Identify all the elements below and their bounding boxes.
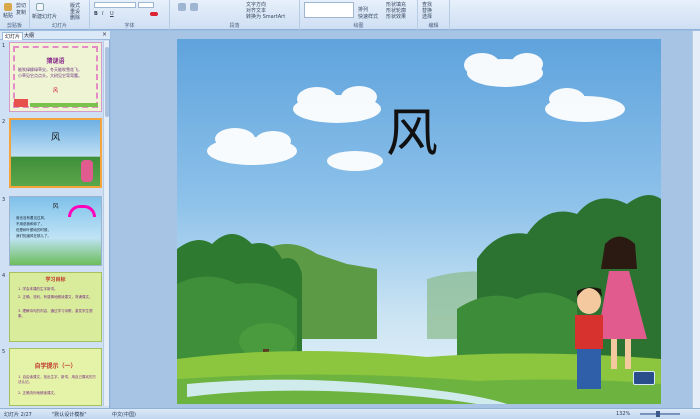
- clipboard-group: 粘贴 剪切 复制 剪贴板: [0, 0, 30, 30]
- new-slide-icon[interactable]: [36, 3, 44, 11]
- status-bar: 幻灯片 2/27 "默认设计模板" 中文(中国) 132%: [0, 408, 700, 419]
- font-size-box[interactable]: [138, 2, 154, 8]
- italic-button[interactable]: I: [102, 11, 103, 17]
- thumb-title: 风: [50, 133, 60, 143]
- thumb-number: 3: [2, 197, 6, 203]
- bold-button[interactable]: B: [94, 11, 98, 17]
- tab-slides[interactable]: 幻灯片: [2, 32, 24, 40]
- copy-button[interactable]: 复制: [16, 9, 26, 16]
- panel-scrollbar[interactable]: [103, 41, 109, 406]
- shapes-gallery[interactable]: [304, 2, 354, 18]
- powerpoint-window: 粘贴 剪切 复制 剪贴板 新建幻灯片 版式 重设 删除 幻灯片 B I U 字体…: [0, 0, 700, 419]
- clipboard-group-label: 剪贴板: [6, 23, 22, 29]
- delete-button[interactable]: 删除: [70, 14, 80, 21]
- thumb-line: 1. 自由读课文，找出生字、新词，用自己喜欢的方法认记。: [18, 375, 96, 384]
- slide-thumbnail-3[interactable]: 风 谁也没有看见过风， 不用说我和你了， 但是树叶颤动的时候， 我们知道风在那儿…: [9, 196, 102, 266]
- slide-editor: 风: [111, 31, 700, 408]
- slide-title[interactable]: 风: [372, 91, 452, 166]
- numbering-icon[interactable]: [190, 3, 198, 11]
- thumb-answer: 风: [52, 88, 58, 94]
- grass-illustration: [30, 103, 98, 107]
- editing-group-label: 编辑: [428, 23, 439, 29]
- font-name-box[interactable]: [94, 2, 136, 8]
- quick-styles-button[interactable]: 快速样式: [358, 13, 378, 20]
- children-illustration: [81, 160, 93, 182]
- font-group: B I U 字体: [90, 0, 170, 30]
- slide-thumbnail-1[interactable]: 猜谜语 能吹绿柳绿草尖，冬天能吹雪花飞， 小草见它点点头，大树见它弯弯腰。 风: [9, 42, 102, 112]
- zoom-level[interactable]: 132%: [616, 411, 630, 417]
- paragraph-group: 文字方向 对齐文本 转换为 SmartArt 段落: [170, 0, 300, 30]
- tab-outline[interactable]: 大纲: [22, 32, 36, 40]
- paste-button[interactable]: 粘贴: [3, 12, 13, 19]
- thumb-title: 学习目标: [45, 277, 66, 283]
- font-color-icon[interactable]: [150, 12, 158, 16]
- thumb-number: 5: [2, 349, 6, 355]
- editor-scrollbar[interactable]: [692, 31, 700, 408]
- thumb-line: 我们知道风在那儿了。: [16, 234, 51, 238]
- slide-thumbnail-5[interactable]: 自学提示（一） 1. 自由读课文，找出生字、新词，用自己喜欢的方法认记。 2. …: [9, 348, 102, 406]
- paragraph-group-label: 段落: [229, 23, 240, 29]
- drawing-group-label: 绘图: [353, 23, 364, 29]
- thumb-line: 3. 理解诗句的内容，通过学习诗歌，激发学生想象。: [18, 309, 93, 318]
- thumb-line: 小草见它点点头，大树见它弯弯腰。: [18, 73, 82, 78]
- thumb-line: 2. 正确流利地朗读课文。: [18, 391, 58, 395]
- slide-thumbnail-4[interactable]: 学习目标 1. 学会本课的生字新词。 2. 正确、流利、有感情地朗读课文，背诵课…: [9, 272, 102, 342]
- thumb-title: 猜谜语: [46, 58, 65, 65]
- slide-counter: 幻灯片 2/27: [4, 412, 32, 418]
- panel-scroll-thumb[interactable]: [105, 47, 109, 117]
- thumb-number: 2: [2, 119, 6, 125]
- ribbon: 粘贴 剪切 复制 剪贴板 新建幻灯片 版式 重设 删除 幻灯片 B I U 字体…: [0, 0, 700, 30]
- new-slide-button[interactable]: 新建幻灯片: [32, 13, 57, 20]
- zoom-slider-handle[interactable]: [656, 411, 660, 417]
- slides-panel: 幻灯片 大纲 × 1 猜谜语 能吹绿柳绿草尖，冬天能吹雪花飞， 小草见它点点头，…: [0, 31, 110, 408]
- theme-name: "默认设计模板": [52, 412, 87, 418]
- close-icon[interactable]: ×: [102, 31, 107, 38]
- zoom-slider[interactable]: [640, 413, 680, 415]
- underline-button[interactable]: U: [110, 11, 114, 17]
- thumb-line: 2. 正确、流利、有感情地朗读课文，背诵课文。: [18, 295, 93, 299]
- slide-thumbnail-2[interactable]: 风: [9, 118, 102, 188]
- shape-effects-button[interactable]: 形状效果: [386, 13, 406, 20]
- house-illustration: [14, 99, 28, 107]
- arrange-button[interactable]: 排列: [358, 6, 368, 13]
- thumb-title: 自学提示（一）: [34, 363, 77, 370]
- slides-group-label: 幻灯片: [51, 23, 67, 29]
- font-group-label: 字体: [124, 23, 135, 29]
- thumb-line: 1. 学会本课的生字新词。: [18, 287, 58, 291]
- paste-icon[interactable]: [4, 3, 12, 11]
- drawing-group: 排列 快速样式 形状填充 形状轮廓 形状效果 绘图: [300, 0, 418, 30]
- current-slide[interactable]: 风: [177, 39, 661, 404]
- panel-tabs: 幻灯片 大纲 ×: [0, 31, 110, 40]
- cut-button[interactable]: 剪切: [16, 2, 26, 9]
- sound-icon[interactable]: [633, 371, 655, 385]
- language-indicator[interactable]: 中文(中国): [112, 411, 136, 418]
- editing-group: 查找 替换 选择 编辑: [418, 0, 450, 30]
- slides-group: 新建幻灯片 版式 重设 删除 幻灯片: [30, 0, 90, 30]
- bullets-icon[interactable]: [178, 3, 186, 11]
- select-button[interactable]: 选择: [422, 13, 432, 20]
- convert-smartart-button[interactable]: 转换为 SmartArt: [246, 13, 285, 20]
- thumb-number: 4: [2, 273, 6, 279]
- thumb-number: 1: [2, 43, 6, 49]
